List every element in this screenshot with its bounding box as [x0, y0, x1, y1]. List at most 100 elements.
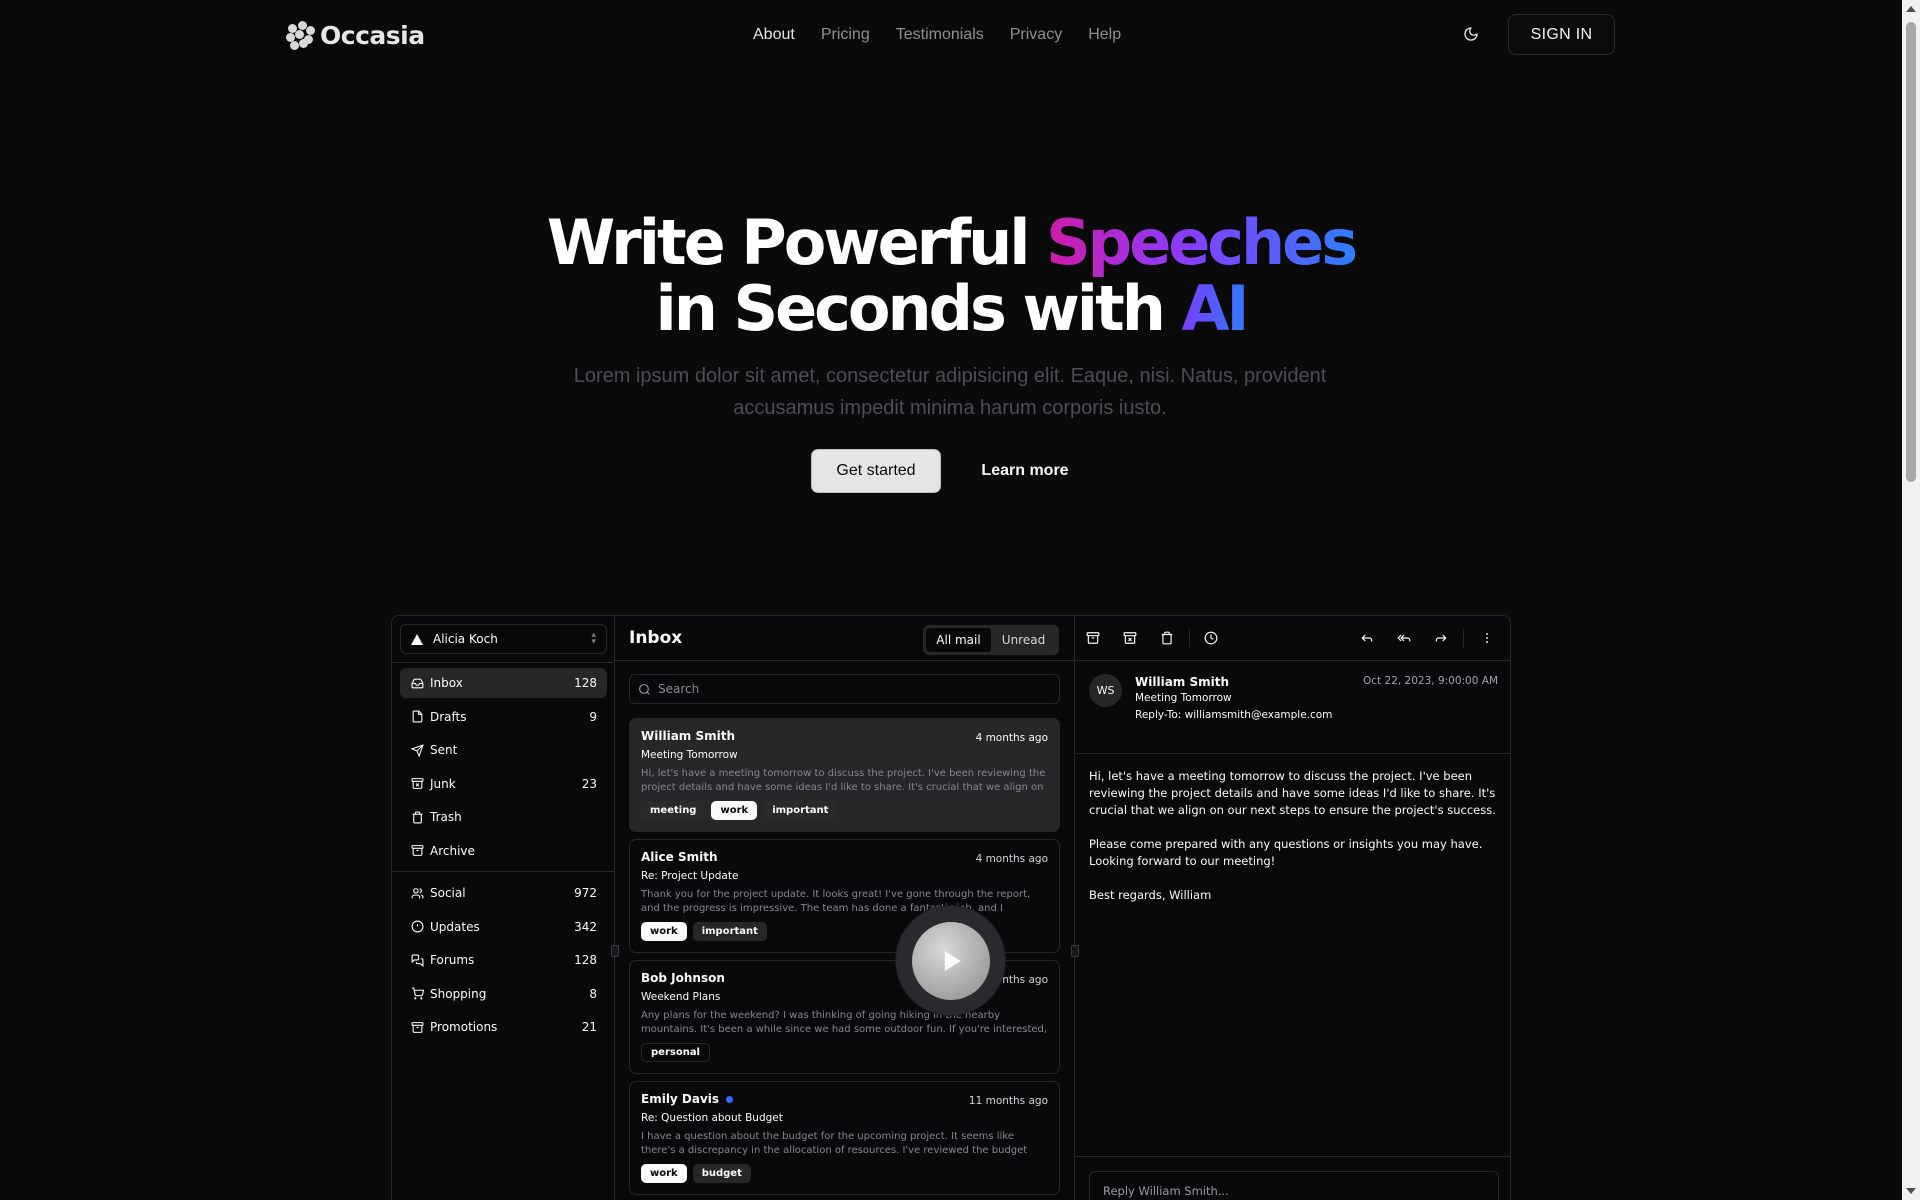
hero-title-part2: in Seconds with — [655, 272, 1182, 345]
folder-count: 21 — [581, 1020, 597, 1034]
folder-count: 23 — [581, 776, 597, 791]
account-switcher[interactable]: Alicia Koch ▴ ▾ — [400, 624, 607, 654]
learn-more-button[interactable]: Learn more — [970, 449, 1080, 493]
mail-search-input[interactable]: Search — [629, 674, 1060, 704]
sidebar-item-inbox[interactable]: Inbox 128 — [400, 668, 607, 698]
play-icon — [944, 950, 961, 971]
folder-count: 128 — [574, 953, 597, 967]
tag-badge: work — [711, 801, 758, 820]
resize-handle[interactable] — [1071, 945, 1079, 957]
reply-all-icon[interactable] — [1396, 630, 1412, 646]
reply-icon[interactable] — [1359, 630, 1375, 646]
mail-list-title: Inbox — [629, 628, 683, 648]
resize-handle[interactable] — [611, 945, 619, 957]
mail-subject: Re: Question about Budget — [641, 1112, 783, 1124]
nav-link-testimonials[interactable]: Testimonials — [896, 26, 984, 44]
archive-x-icon[interactable] — [1122, 630, 1138, 646]
sidebar-item-shopping[interactable]: Shopping 8 — [400, 979, 607, 1009]
sidebar-item-archive[interactable]: Archive — [400, 836, 607, 866]
nav-link-help[interactable]: Help — [1088, 26, 1121, 44]
mail-preview: Any plans for the weekend? I was thinkin… — [641, 1010, 1048, 1035]
mail-tags: work budget — [641, 1164, 1048, 1183]
folder-label: Junk — [430, 776, 456, 791]
account-name: Alicia Koch — [433, 632, 498, 646]
cart-icon — [410, 987, 424, 1001]
clock-icon[interactable] — [1203, 630, 1219, 646]
scroll-down-icon[interactable] — [1906, 1188, 1916, 1194]
tag-badge: budget — [692, 1164, 751, 1183]
nav-link-about[interactable]: About — [753, 26, 795, 44]
chevrons-up-down-icon: ▴ ▾ — [591, 630, 596, 647]
tab-unread[interactable]: Unread — [991, 628, 1056, 652]
avatar: WS — [1089, 674, 1122, 707]
mail-preview: Hi, let's have a meeting tomorrow to dis… — [641, 768, 1046, 793]
sidebar-item-junk[interactable]: Junk 23 — [400, 769, 607, 799]
sidebar-item-drafts[interactable]: Drafts 9 — [400, 702, 607, 732]
sidebar-item-sent[interactable]: Sent — [400, 735, 607, 765]
search-icon — [638, 683, 651, 696]
sidebar-item-promotions[interactable]: Promotions 21 — [400, 1012, 607, 1042]
archive-icon[interactable] — [1085, 630, 1101, 646]
tag-badge: personal — [641, 1043, 710, 1062]
brand-logo[interactable]: Occasia — [286, 20, 425, 50]
mail-subject: Meeting Tomorrow — [641, 749, 738, 761]
tag-badge: work — [641, 922, 687, 941]
search-placeholder: Search — [658, 682, 700, 696]
folder-count: 972 — [574, 886, 597, 900]
more-vertical-icon[interactable] — [1479, 630, 1495, 646]
hero-highlight-speeches: Speeches — [1046, 206, 1358, 279]
hero-title: Write Powerful Speeches in Seconds with … — [0, 210, 1902, 342]
folder-label: Archive — [430, 843, 475, 858]
mail-time: 11 months ago — [968, 1095, 1048, 1107]
scroll-thumb[interactable] — [1906, 22, 1916, 482]
trash-icon[interactable] — [1159, 630, 1175, 646]
top-navbar: Occasia About Pricing Testimonials Priva… — [0, 0, 1902, 70]
tag-badge: meeting — [641, 801, 706, 820]
sender-name: Emily Davis — [641, 1092, 720, 1106]
mail-list-item[interactable]: William Smith 4 months ago Meeting Tomor… — [629, 718, 1060, 832]
mail-sidebar: Alicia Koch ▴▾ Inbox 128 Drafts 9 Sent — [392, 616, 615, 1200]
hero-subtitle: Lorem ipsum dolor sit amet, consectetur … — [573, 365, 1327, 419]
mail-tags: personal — [641, 1043, 1048, 1062]
folder-count: 128 — [574, 676, 597, 690]
folder-list: Inbox 128 Drafts 9 Sent Junk 23 Trash Ar… — [400, 668, 607, 869]
folder-label: Inbox — [430, 676, 463, 690]
reader-date: Oct 22, 2023, 9:00:00 AM — [1363, 675, 1498, 687]
mail-reader-header: WS William Smith Meeting Tomorrow Reply-… — [1075, 661, 1510, 754]
trash-icon — [410, 810, 424, 824]
sidebar-item-social[interactable]: Social 972 — [400, 878, 607, 908]
mail-time: 4 months ago — [975, 853, 1048, 865]
archive-icon — [410, 1020, 424, 1034]
folder-label: Social — [430, 886, 466, 900]
category-list: Social 972 Updates 342 Forums 128 Shoppi… — [400, 878, 607, 1046]
body-signoff: Best regards, William — [1089, 888, 1212, 902]
sidebar-item-trash[interactable]: Trash — [400, 802, 607, 832]
forward-icon[interactable] — [1433, 630, 1449, 646]
hero-highlight-ai: AI — [1181, 272, 1249, 345]
tab-all-mail[interactable]: All mail — [926, 628, 991, 652]
scroll-up-icon[interactable] — [1906, 6, 1916, 12]
folder-label: Promotions — [430, 1020, 498, 1034]
nav-link-pricing[interactable]: Pricing — [821, 26, 870, 44]
nav-link-privacy[interactable]: Privacy — [1010, 26, 1062, 44]
folder-count: 9 — [589, 709, 597, 724]
mail-preview: Thank you for the project update. It loo… — [641, 889, 1031, 914]
theme-toggle-button[interactable] — [1460, 23, 1482, 45]
sidebar-item-forums[interactable]: Forums 128 — [400, 945, 607, 975]
sidebar-item-updates[interactable]: Updates 342 — [400, 912, 607, 942]
users-icon — [410, 886, 424, 900]
page-scrollbar[interactable] — [1902, 0, 1920, 1200]
nav-links: About Pricing Testimonials Privacy Help — [753, 26, 1121, 44]
play-video-button[interactable] — [896, 906, 1005, 1015]
mail-list-panel: Inbox All mail Unread Search William Smi… — [615, 616, 1075, 1200]
reader-sender-name: William Smith — [1135, 675, 1230, 689]
get-started-button[interactable]: Get started — [811, 449, 941, 493]
mail-list-item[interactable]: Emily Davis 11 months ago Re: Question a… — [629, 1081, 1060, 1195]
sign-in-button[interactable]: SIGN IN — [1508, 14, 1615, 55]
hero-title-part1: Write Powerful — [546, 206, 1047, 279]
mail-preview: I have a question about the budget for t… — [641, 1131, 1028, 1156]
folder-count: 8 — [589, 986, 597, 1001]
mail-toolbar — [1075, 616, 1510, 661]
reply-textarea[interactable]: Reply William Smith... — [1089, 1171, 1499, 1200]
logo-icon — [286, 20, 316, 50]
